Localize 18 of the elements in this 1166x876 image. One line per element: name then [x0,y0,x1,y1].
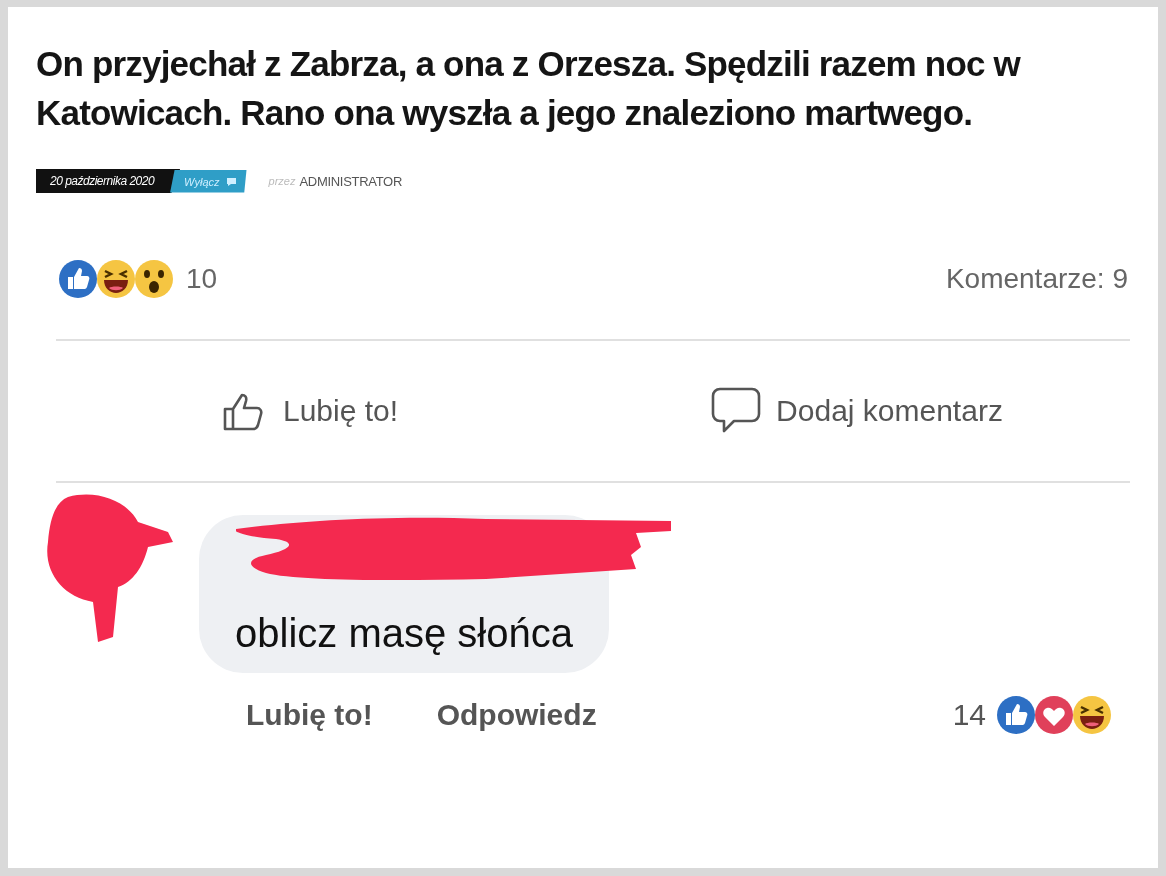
surprised-reaction-icon [134,259,174,299]
reply-link[interactable]: Odpowiedz [436,698,597,732]
heart-reaction-icon [1034,695,1074,735]
laughing-reaction-icon [96,259,136,299]
laughing-reaction-icon [1072,695,1112,735]
author-name[interactable]: ADMINISTRATOR [299,173,402,189]
date-label: 20 października 2020 [36,169,181,193]
like-reaction-icon [996,695,1036,735]
headline: On przyjechał z Zabrza, a ona z Orzesza. Spędzili razem noc w Katowicach. Rano ona wyszła a jego znaleziono martwego. [36,43,1022,134]
comments-count[interactable]: Komentarze: 9 [945,263,1128,295]
comment-reaction-count[interactable]: 14 [952,698,986,732]
chat-bubble-icon [225,176,237,187]
comment-button[interactable]: Dodaj komentarz [583,386,1130,436]
reaction-count[interactable]: 10 [186,263,218,295]
like-button[interactable]: Lubię to! [36,389,583,433]
like-reaction-icon [58,259,98,299]
like-link[interactable]: Lubię to! [246,698,373,732]
byline-label: przez [268,175,296,187]
